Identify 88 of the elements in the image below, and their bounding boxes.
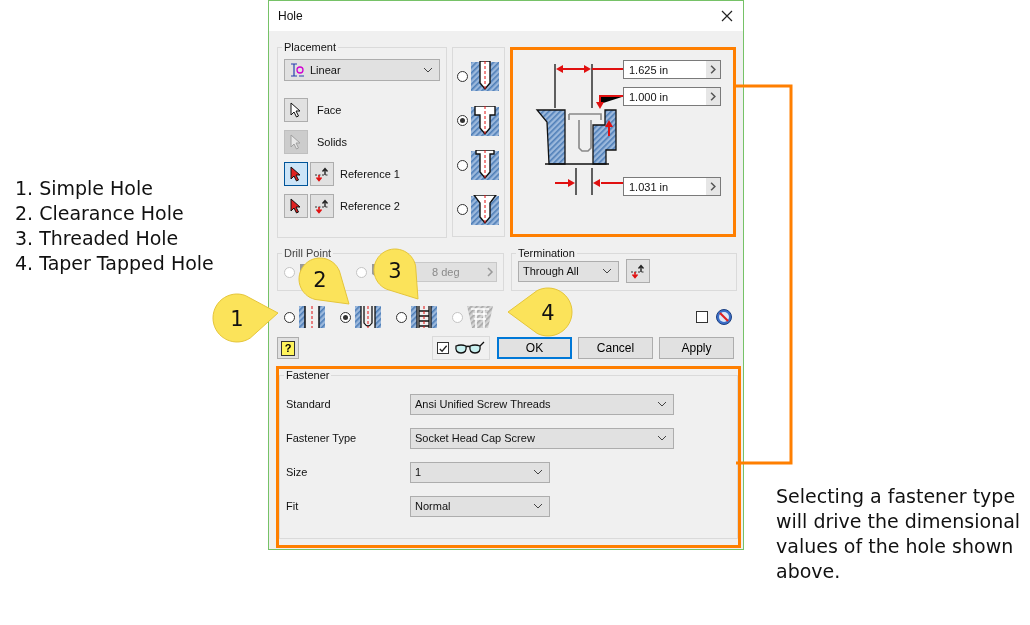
selector-label: Reference 2 xyxy=(340,200,400,212)
dropdown[interactable]: 1 xyxy=(410,461,550,483)
select-button[interactable] xyxy=(284,194,308,218)
chevron-right-icon[interactable] xyxy=(706,88,720,105)
dropdown[interactable]: Through All xyxy=(518,260,619,282)
select-button[interactable] xyxy=(284,162,308,186)
dimension-field[interactable]: 1.000 in xyxy=(623,87,721,106)
radio-button[interactable] xyxy=(396,311,407,323)
callout-number: 4 xyxy=(541,301,555,325)
chevron-down-icon[interactable] xyxy=(657,435,667,441)
cursor-icon xyxy=(290,198,302,214)
group-label: Termination xyxy=(517,247,576,259)
dimension-field[interactable]: 1.031 in xyxy=(623,177,721,196)
flip-arrows-icon xyxy=(313,166,331,182)
window-title: Hole xyxy=(278,9,303,23)
chevron-down-icon[interactable] xyxy=(602,268,612,274)
annotation-text: 1. Simple Hole xyxy=(15,176,154,201)
dropdown[interactable]: Linear xyxy=(284,59,440,81)
chevron-right-icon[interactable] xyxy=(706,61,720,78)
dimension-icon xyxy=(289,62,305,78)
cursor-icon xyxy=(290,166,302,182)
callout-number: 2 xyxy=(313,268,327,292)
chevron-down-icon[interactable] xyxy=(657,401,667,407)
flip-button[interactable] xyxy=(626,259,650,283)
dialog-button[interactable]: Apply xyxy=(659,337,734,359)
group-label: Fastener xyxy=(285,369,331,381)
group-label: Drill Point xyxy=(283,247,333,259)
dimension-arrow xyxy=(556,65,591,73)
dialog-button[interactable]: OK xyxy=(497,337,572,359)
hole-type-icon xyxy=(354,305,382,329)
field-label: Fit xyxy=(286,500,300,512)
annotation-text: 4. Taper Tapped Hole xyxy=(15,251,215,276)
hole-type-icon xyxy=(466,305,494,329)
cursor-icon xyxy=(290,134,302,150)
dropdown[interactable]: Socket Head Cap Screw xyxy=(410,427,674,449)
callout-tooltip xyxy=(212,293,279,343)
dialog-button[interactable]: Cancel xyxy=(578,337,653,359)
hole-type-icon xyxy=(410,305,438,329)
annotation-text: 2. Clearance Hole xyxy=(15,201,185,226)
chevron-down-icon[interactable] xyxy=(533,503,543,509)
radio-button[interactable] xyxy=(457,159,468,171)
selector-label: Face xyxy=(317,104,342,116)
hole-profile-icon xyxy=(471,194,499,225)
dimension-arrow xyxy=(605,120,613,137)
field-label: Size xyxy=(286,466,309,478)
callout-number: 1 xyxy=(230,307,244,331)
flip-button[interactable] xyxy=(310,162,334,186)
callout-tooltip xyxy=(373,248,419,300)
radio-button[interactable] xyxy=(284,311,295,323)
help-button[interactable]: ? xyxy=(277,337,299,359)
selector-label: Solids xyxy=(317,136,347,148)
selector-label: Reference 1 xyxy=(340,168,400,180)
hole-profile-icon xyxy=(471,61,499,92)
flip-arrows-icon xyxy=(313,198,331,214)
radio-button[interactable] xyxy=(457,204,468,216)
hole-profile-icon xyxy=(471,105,499,136)
dimension-field[interactable]: 1.625 in xyxy=(623,60,721,79)
checkbox[interactable] xyxy=(696,311,708,323)
select-button[interactable] xyxy=(284,98,308,122)
dimension-arrow xyxy=(554,179,575,187)
field-label: Standard xyxy=(286,398,332,410)
callout-tooltip xyxy=(507,287,573,337)
chevron-right-icon[interactable] xyxy=(706,178,720,195)
cursor-icon xyxy=(290,102,302,118)
flip-arrows-icon xyxy=(629,263,647,279)
hole-profile-icon xyxy=(471,150,499,181)
circle-slash-icon[interactable] xyxy=(715,308,733,326)
dropdown[interactable]: Normal xyxy=(410,495,550,517)
glasses-icon xyxy=(453,340,485,356)
group-label: Placement xyxy=(283,41,337,53)
hole-type-icon xyxy=(298,305,326,329)
annotation-text: 3. Threaded Hole xyxy=(15,226,180,251)
flip-button[interactable] xyxy=(310,194,334,218)
checkbox[interactable] xyxy=(437,342,449,354)
radio-button[interactable] xyxy=(457,70,468,82)
chevron-down-icon[interactable] xyxy=(423,67,433,73)
leader-line xyxy=(591,68,625,70)
radio-button[interactable] xyxy=(457,115,468,127)
callout-number: 3 xyxy=(388,259,402,283)
close-icon[interactable] xyxy=(721,10,733,22)
field-label: Fastener Type xyxy=(286,432,358,444)
dimension-arrow xyxy=(593,179,625,187)
annotation-text: Selecting a fastener type will drive the dimensional values of the hole shown above. xyxy=(776,484,1022,584)
radio-button[interactable] xyxy=(340,311,351,323)
chevron-down-icon[interactable] xyxy=(533,469,543,475)
dropdown[interactable]: Ansi Unified Screw Threads xyxy=(410,393,674,415)
callout-tooltip xyxy=(298,257,350,305)
dimension-arrow xyxy=(596,95,625,109)
